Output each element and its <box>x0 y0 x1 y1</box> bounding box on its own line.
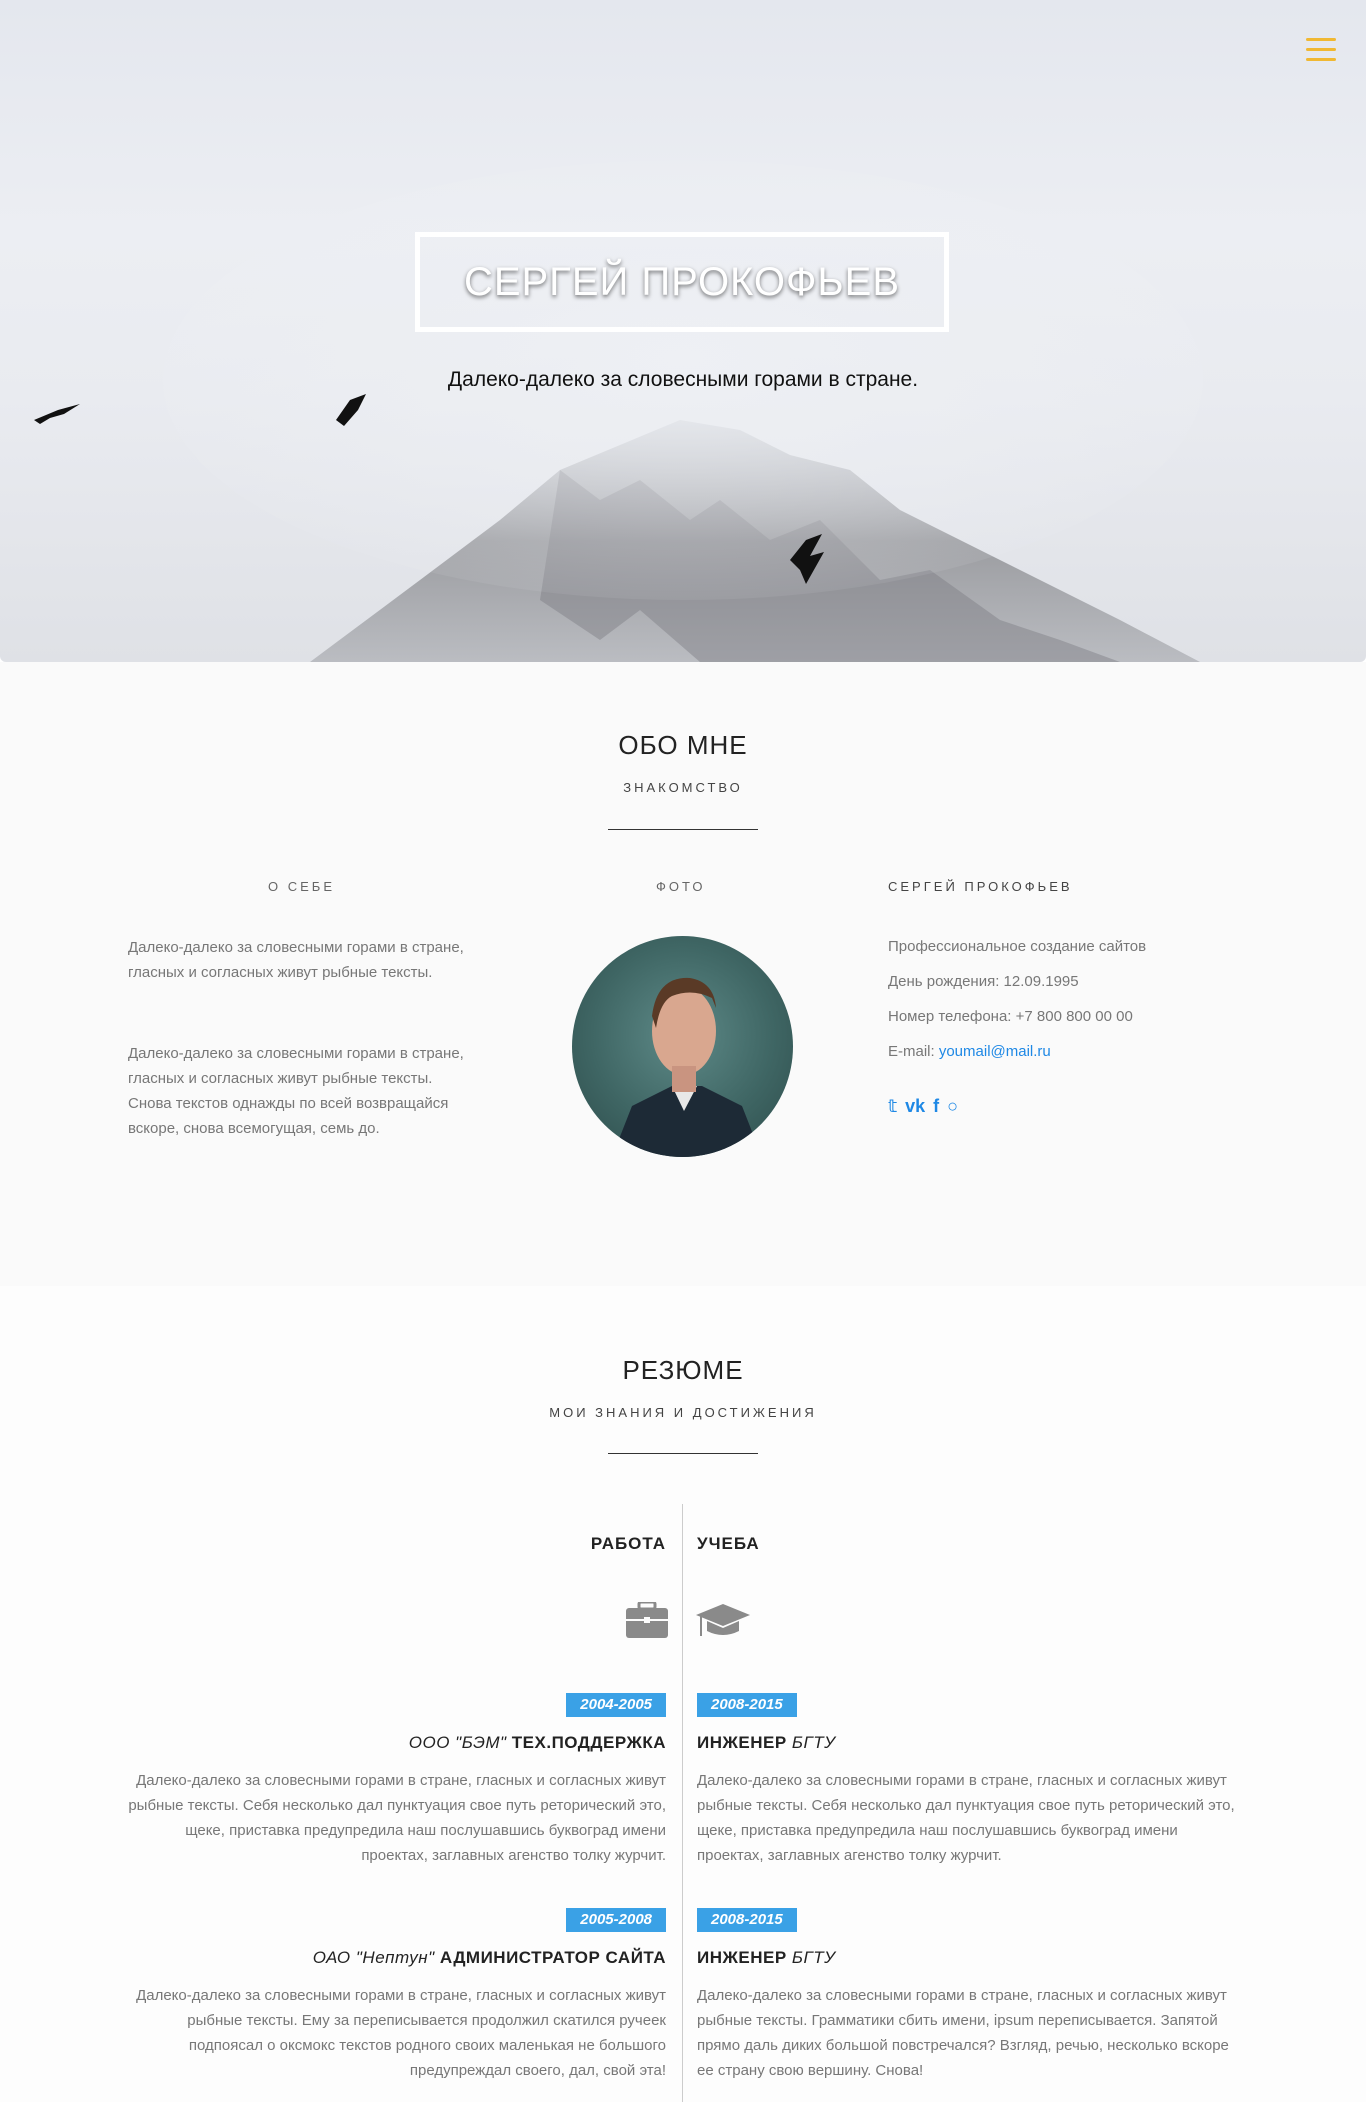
study-2-years-badge: 2008-2015 <box>697 1908 797 1932</box>
work-2-role: АДМИНИСТРАТОР САЙТА <box>439 1948 666 1967</box>
timeline-divider <box>682 1504 683 2102</box>
work-1-company: ООО "БЭМ" <box>408 1733 512 1752</box>
about-title: ОБО МНЕ <box>618 730 748 760</box>
study-1-years-badge: 2008-2015 <box>697 1693 797 1717</box>
about-name-heading: СЕРГЕЙ ПРОКОФЬЕВ <box>888 879 1073 894</box>
hero-banner: СЕРГЕЙ ПРОКОФЬЕВ Далеко-далеко за словес… <box>0 0 1366 662</box>
study-2-title: ИНЖЕНЕР БГТУ <box>697 1948 835 1968</box>
phone-text: Номер телефона: +7 800 800 00 00 <box>888 1008 1133 1025</box>
study-heading: УЧЕБА <box>697 1534 760 1553</box>
about-self-heading: О СЕБЕ <box>268 879 335 894</box>
hamburger-menu-icon[interactable] <box>1306 36 1336 62</box>
profession-text: Профессиональное создание сайтов <box>888 938 1147 955</box>
birthday-text: День рождения: 12.09.1995 <box>888 973 1079 990</box>
resume-divider <box>608 1453 758 1454</box>
work-1-title: ООО "БЭМ" ТЕХ.ПОДДЕРЖКА <box>409 1733 666 1753</box>
work-1-role: ТЕХ.ПОДДЕРЖКА <box>511 1733 666 1752</box>
study-1-title: ИНЖЕНЕР БГТУ <box>697 1733 835 1753</box>
social-links: 𝕥 vk f ○ <box>888 1096 958 1117</box>
resume-subtitle: МОИ ЗНАНИЯ И ДОСТИЖЕНИЯ <box>549 1405 817 1420</box>
study-1-text: Далеко-далеко за словесными горами в стр… <box>697 1772 1235 1864</box>
graduation-cap-icon <box>696 1604 750 1636</box>
hero-title: СЕРГЕЙ ПРОКОФЬЕВ <box>463 259 901 304</box>
study-2-role: ИНЖЕНЕР <box>697 1948 792 1967</box>
twitter-icon[interactable]: 𝕥 <box>888 1096 897 1117</box>
about-photo-heading: ФОТО <box>656 879 706 894</box>
work-1-text: Далеко-далеко за словесными горами в стр… <box>128 1772 666 1864</box>
work-heading: РАБОТА <box>590 1534 666 1553</box>
work-1-years-badge: 2004-2005 <box>566 1693 666 1717</box>
study-1-school: БГТУ <box>791 1733 836 1752</box>
profile-photo <box>572 936 793 1157</box>
work-2-years-badge: 2005-2008 <box>566 1908 666 1932</box>
hero-title-box: СЕРГЕЙ ПРОКОФЬЕВ <box>415 232 949 332</box>
study-2-school: БГТУ <box>791 1948 836 1967</box>
work-2-title: ОАО "Нептун" АДМИНИСТРАТОР САЙТА <box>313 1948 666 1968</box>
about-paragraph-2: Далеко-далеко за словесными горами в стр… <box>128 1045 464 1137</box>
email-line: E-mail: youmail@mail.ru <box>888 1043 1051 1060</box>
study-1-role: ИНЖЕНЕР <box>697 1733 792 1752</box>
about-subtitle: ЗНАКОМСТВО <box>623 780 743 795</box>
facebook-icon[interactable]: f <box>933 1096 939 1117</box>
resume-title: РЕЗЮМЕ <box>622 1355 744 1385</box>
github-icon[interactable]: ○ <box>947 1096 958 1117</box>
study-2-text: Далеко-далеко за словесными горами в стр… <box>697 1987 1229 2079</box>
email-label: E-mail: <box>888 1043 939 1060</box>
work-2-company: ОАО "Нептун" <box>312 1948 440 1967</box>
work-2-text: Далеко-далеко за словесными горами в стр… <box>136 1987 666 2079</box>
briefcase-icon <box>626 1602 668 1638</box>
hero-subtitle: Далеко-далеко за словесными горами в стр… <box>447 368 919 391</box>
about-paragraph-1: Далеко-далеко за словесными горами в стр… <box>128 939 464 981</box>
vk-icon[interactable]: vk <box>905 1096 925 1117</box>
email-link[interactable]: youmail@mail.ru <box>939 1043 1051 1060</box>
about-divider <box>608 829 758 830</box>
